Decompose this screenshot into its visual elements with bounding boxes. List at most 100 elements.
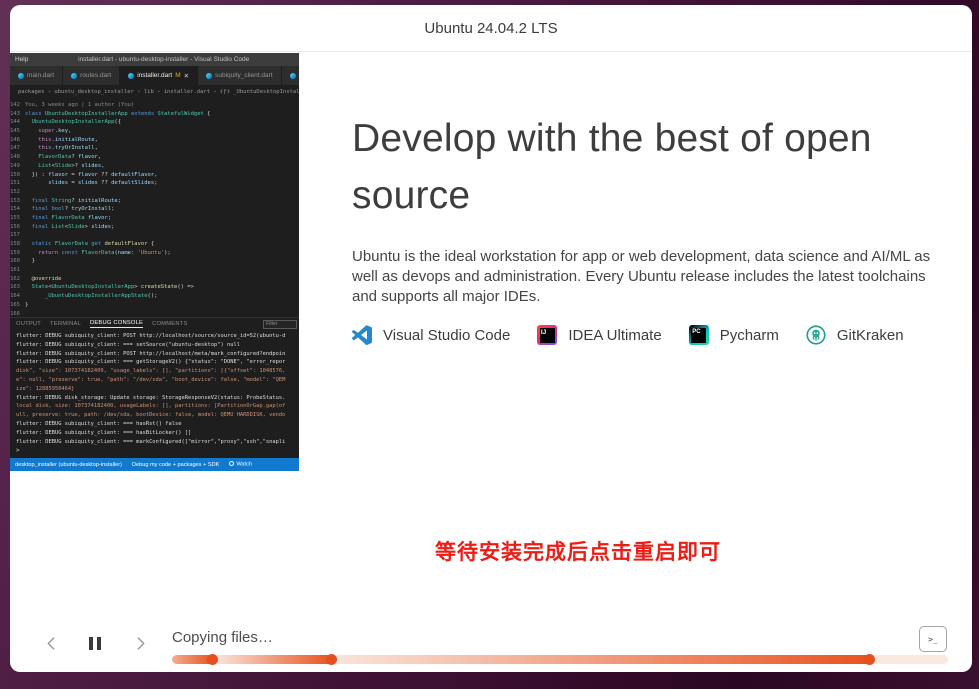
window-title: Ubuntu 24.04.2 LTS [424,20,557,37]
logo-item-vscode: Visual Studio Code [352,325,510,345]
vscode-panel-tab: TERMINAL [50,321,81,327]
logo-label: Visual Studio Code [383,327,510,344]
vscode-tab: routes.dart [63,66,120,85]
slide-heading: Develop with the best of open source [352,110,964,224]
vscode-breadcrumb: packages › ubuntu_desktop_installer › li… [10,85,299,99]
code-line: 158 static FlavorData get defaultFlavor … [10,240,299,249]
code-line: 149 List<Slide>? slides, [10,162,299,171]
vscode-tab: subiquity_client.dart [198,66,281,85]
console-prompt: > [16,446,299,455]
progress-segment [337,655,870,664]
console-line: flutter: DEBUG subiquity_client: === mar… [16,438,299,447]
vscode-panel-tab: OUTPUT [16,321,41,327]
vscode-help-menu: Help [10,56,28,63]
vscode-tabs: main.dartroutes.dartinstaller.dartM✕subi… [10,66,299,85]
ide-logos-row: Visual Studio Code IDEA Ultimate Pycharm… [352,325,904,345]
code-line: 164 _UbuntuDesktopInstallerAppState(); [10,292,299,301]
progress-segment [217,655,332,664]
code-line: 150 }) : flavor = flavor ?? defaultFlavo… [10,171,299,180]
console-line: flutter: DEBUG disk_storage: Update stor… [16,394,299,403]
vscode-tab: main.dart [10,66,63,85]
console-line: flutter: DEBUG subiquity_client: POST ht… [16,350,299,359]
slide-next-button[interactable] [128,631,152,655]
logo-item-gitkraken: GitKraken [806,325,904,345]
dart-file-icon [71,73,77,79]
console-line: local disk, size: 107374182400, usageLab… [16,402,299,411]
vscode-status-watch: Watch [229,461,252,468]
vscode-screenshot: Help installer.dart - ubuntu-desktop-ins… [10,53,299,471]
terminal-icon: >_ [928,635,938,644]
vscode-filter-input: Filter [263,320,297,329]
chevron-left-icon [44,636,59,651]
vscode-status-debug-config: Debug my code + packages + SDK [132,462,219,468]
vscode-logo-icon [352,325,372,345]
vscode-tab: installer.dartM✕ [120,66,198,85]
vscode-debug-console: flutter: DEBUG subiquity_client: POST ht… [10,330,299,458]
console-line: ize": 12885950464} [16,385,299,394]
console-line: flutter: DEBUG subiquity_client: === set… [16,341,299,350]
dart-file-icon [206,73,212,79]
slide-prev-button[interactable] [39,631,63,655]
logo-label: IDEA Ultimate [568,327,661,344]
logo-item-idea: IDEA Ultimate [537,325,661,345]
vscode-titlebar: Help installer.dart - ubuntu-desktop-ins… [10,53,299,66]
code-line: 152 [10,188,299,197]
code-line: 159 return const FlavorData(name: 'Ubunt… [10,249,299,258]
window-header: Ubuntu 24.04.2 LTS [10,5,972,52]
code-line: 165} [10,301,299,310]
code-line: 148 FlavorData? flavor, [10,153,299,162]
slideshow-pause-button[interactable] [83,631,107,655]
slide-body-text: Ubuntu is the ideal workstation for app … [352,247,950,307]
vscode-code-editor: 142You, 3 weeks ago | 1 author (You)143c… [10,99,299,317]
dart-file-icon [18,73,24,79]
console-line: disk", "size": 107374182400, "usage_labe… [16,367,299,376]
code-line: 146 this.initialRoute, [10,136,299,145]
vscode-panel-tab: COMMENTS [152,321,187,327]
code-line: 161 [10,266,299,275]
gitkraken-logo-icon [806,325,826,345]
console-line: flutter: DEBUG subiquity_client: POST ht… [16,332,299,341]
open-terminal-button[interactable]: >_ [919,626,947,652]
console-line: flutter: DEBUG subiquity_client: === has… [16,420,299,429]
console-lines: flutter: DEBUG subiquity_client: POST ht… [16,332,299,446]
logo-label: Pycharm [720,327,779,344]
progress-dot [207,654,218,665]
code-line: 166 [10,310,299,318]
code-line: 163 State<UbuntuDesktopInstallerApp> cre… [10,283,299,292]
code-line: 147 this.tryOrInstall, [10,144,299,153]
idea-logo-icon [537,325,557,345]
vscode-panel-tabs: OUTPUTTERMINALDEBUG CONSOLECOMMENTSFilte… [10,317,299,330]
close-icon: ✕ [184,72,189,80]
code-line: 151 slides = slides ?? defaultSlides; [10,179,299,188]
chevron-right-icon [133,636,148,651]
pycharm-logo-icon [689,325,709,345]
dart-file-icon [128,73,134,79]
vscode-status-project: desktop_installer (ubuntu-desktop-instal… [15,462,122,468]
console-line: e": null, "preserve": true, "path": "/de… [16,376,299,385]
code-line: 153 final String? initialRoute; [10,197,299,206]
install-progress-bar [172,655,948,664]
code-line: 144 UbuntuDesktopInstallerApp({ [10,118,299,127]
code-line: 154 final bool? tryOrInstall; [10,205,299,214]
console-line: ull, preserve: true, path: /dev/sda, boo… [16,411,299,420]
vscode-tab [282,66,299,85]
progress-dot [326,654,337,665]
logo-label: GitKraken [837,327,904,344]
progress-dot [864,654,875,665]
installer-window: Ubuntu 24.04.2 LTS Help installer.dart -… [10,5,972,672]
dart-file-icon [290,73,296,79]
console-line: flutter: DEBUG subiquity_client: === get… [16,358,299,367]
code-line: 155 final FlavorData flavor; [10,214,299,223]
code-line: 162 @override [10,275,299,284]
code-line: 160 } [10,257,299,266]
code-line: 157 [10,231,299,240]
code-line: 145 super.key, [10,127,299,136]
console-line: flutter: DEBUG subiquity_client: === has… [16,429,299,438]
install-status-label: Copying files… [172,629,273,646]
code-line: 156 final List<Slide> slides; [10,223,299,232]
install-note-text: 等待安装完成后点击重启即可 [435,536,721,566]
vscode-window-title: installer.dart - ubuntu-desktop-installe… [28,56,299,63]
logo-item-pycharm: Pycharm [689,325,779,345]
code-line: 142You, 3 weeks ago | 1 author (You) [10,101,299,110]
watch-icon [229,461,234,466]
